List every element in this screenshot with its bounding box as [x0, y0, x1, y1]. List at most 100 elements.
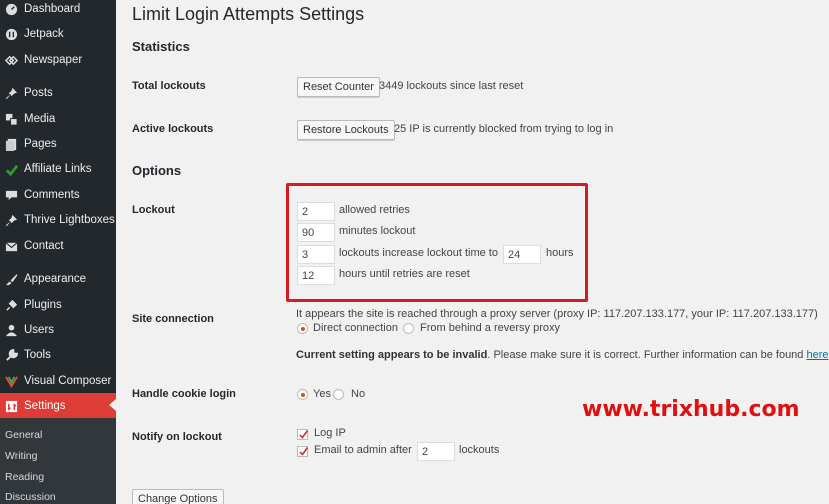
- sidebar-item-label: Appearance: [24, 273, 87, 285]
- pin-icon: [4, 213, 18, 227]
- notify-lockout-label: Notify on lockout: [132, 431, 222, 443]
- sidebar-item-label: Comments: [24, 189, 80, 201]
- sidebar-item-dashboard[interactable]: Dashboard: [0, 0, 116, 21]
- sidebar-item-label: Users: [24, 324, 55, 336]
- reverse-proxy-label: From behind a reversy proxy: [420, 322, 560, 334]
- proxy-info-text: It appears the site is reached through a…: [296, 308, 818, 320]
- help-link[interactable]: here: [806, 349, 828, 361]
- sidebar-item-settings[interactable]: Settings: [0, 393, 116, 419]
- cookie-no-label: No: [351, 388, 366, 400]
- log-ip-checkbox[interactable]: [297, 429, 309, 440]
- email-count-input[interactable]: 2: [417, 442, 455, 461]
- total-lockouts-label: Total lockouts: [132, 80, 206, 92]
- lockout-label: Lockout: [132, 204, 175, 216]
- pages-icon: [4, 137, 18, 151]
- reset-counter-button[interactable]: Reset Counter: [297, 77, 380, 97]
- checkmark-icon: [299, 430, 309, 439]
- wrench-icon: [4, 348, 18, 362]
- direct-connection-radio[interactable]: [297, 323, 308, 334]
- sidebar-item-thrive-lightboxes[interactable]: Thrive Lightboxes: [0, 208, 116, 232]
- sidebar-item-label: Settings: [24, 400, 66, 412]
- sidebar-item-label: Posts: [24, 87, 53, 99]
- options-heading: Options: [132, 163, 182, 178]
- reverse-proxy-radio[interactable]: [403, 323, 414, 334]
- watermark-text: www.trixhub.com: [582, 397, 800, 422]
- reset-hours-input[interactable]: 12: [297, 266, 335, 285]
- cookie-yes-label: Yes: [313, 388, 331, 400]
- sidebar-item-label: Dashboard: [24, 3, 81, 15]
- submenu-item-reading[interactable]: Reading: [5, 471, 44, 483]
- email-admin-checkbox[interactable]: [297, 446, 309, 457]
- visual-composer-icon: [4, 374, 18, 388]
- sidebar-item-appearance[interactable]: Appearance: [0, 267, 116, 291]
- handle-cookie-label: Handle cookie login: [132, 388, 236, 400]
- sidebar-item-label: Plugins: [24, 299, 62, 311]
- sidebar-item-label: Newspaper: [24, 54, 83, 66]
- envelope-icon: [4, 239, 18, 253]
- minutes-lockout-input[interactable]: 90: [297, 223, 335, 242]
- sidebar-item-label: Media: [24, 113, 56, 125]
- hours-text: hours: [546, 247, 574, 259]
- allowed-retries-input[interactable]: 2: [297, 202, 335, 221]
- active-lockouts-text: 25 IP is currently blocked from trying t…: [394, 123, 614, 135]
- affiliate-icon: [4, 162, 18, 176]
- site-connection-label: Site connection: [132, 313, 214, 325]
- sidebar-item-label: Pages: [24, 138, 57, 150]
- sidebar-item-posts[interactable]: Posts: [0, 81, 116, 105]
- sidebar-item-label: Contact: [24, 240, 64, 252]
- lockouts-label: lockouts: [459, 444, 500, 456]
- page-title: Limit Login Attempts Settings: [132, 4, 365, 24]
- pin-icon: [4, 86, 18, 100]
- invalid-setting-warning: Current setting appears to be invalid. P…: [296, 349, 829, 361]
- sidebar-item-media[interactable]: Media: [0, 107, 116, 131]
- settings-icon: [4, 399, 18, 413]
- allowed-retries-text: allowed retries: [339, 204, 410, 216]
- warning-bold: Current setting appears to be invalid: [296, 349, 488, 361]
- reset-hours-text: hours until retries are reset: [339, 268, 470, 280]
- sidebar-item-tools[interactable]: Tools: [0, 343, 116, 367]
- sidebar-item-label: Tools: [24, 349, 51, 361]
- email-admin-label: Email to admin after: [314, 444, 412, 456]
- paintbrush-icon: [4, 272, 18, 286]
- minutes-lockout-text: minutes lockout: [339, 225, 416, 237]
- total-lockouts-text: 3449 lockouts since last reset: [379, 80, 524, 92]
- sidebar-item-comments[interactable]: Comments: [0, 183, 116, 207]
- sidebar-item-contact[interactable]: Contact: [0, 234, 116, 258]
- active-lockouts-label: Active lockouts: [132, 123, 214, 135]
- jetpack-icon: [4, 27, 18, 41]
- warning-text: . Please make sure it is correct. Furthe…: [487, 349, 807, 361]
- sidebar-item-plugins[interactable]: Plugins: [0, 293, 116, 317]
- change-options-button[interactable]: Change Options: [132, 489, 224, 504]
- main-content: Limit Login Attempts Settings Statistics…: [116, 0, 829, 504]
- lockouts-increase-input[interactable]: 3: [297, 245, 335, 264]
- restore-lockouts-button[interactable]: Restore Lockouts: [297, 120, 395, 140]
- media-icon: [4, 112, 18, 126]
- comment-icon: [4, 188, 18, 202]
- newspaper-icon: [4, 53, 18, 67]
- sidebar-item-visual-composer[interactable]: Visual Composer: [0, 369, 116, 393]
- sidebar-item-label: Jetpack: [24, 28, 64, 40]
- sidebar-item-affiliate-links[interactable]: Affiliate Links: [0, 157, 116, 181]
- submenu-item-discussion[interactable]: Discussion: [5, 491, 56, 503]
- cookie-no-radio[interactable]: [333, 389, 344, 400]
- sidebar-item-newspaper[interactable]: Newspaper: [0, 48, 116, 72]
- sidebar-item-jetpack[interactable]: Jetpack: [0, 22, 116, 46]
- sidebar-item-pages[interactable]: Pages: [0, 132, 116, 156]
- increase-hours-input[interactable]: 24: [503, 245, 541, 264]
- cookie-yes-radio[interactable]: [297, 389, 308, 400]
- sidebar-item-label: Thrive Lightboxes: [24, 214, 115, 226]
- sidebar-item-users[interactable]: Users: [0, 318, 116, 342]
- direct-connection-label: Direct connection: [313, 322, 398, 334]
- admin-sidebar: Dashboard Jetpack Newspaper Posts Media …: [0, 0, 116, 504]
- sidebar-item-label: Visual Composer: [24, 375, 112, 387]
- lockouts-increase-text: lockouts increase lockout time to: [339, 247, 498, 259]
- submenu-item-writing[interactable]: Writing: [5, 450, 37, 462]
- log-ip-label: Log IP: [314, 427, 346, 439]
- plug-icon: [4, 298, 18, 312]
- statistics-heading: Statistics: [132, 39, 190, 54]
- submenu-item-general[interactable]: General: [5, 429, 42, 441]
- user-icon: [4, 323, 18, 337]
- sidebar-item-label: Affiliate Links: [24, 163, 92, 175]
- dashboard-icon: [4, 2, 18, 16]
- settings-submenu: General Writing Reading Discussion: [0, 418, 116, 504]
